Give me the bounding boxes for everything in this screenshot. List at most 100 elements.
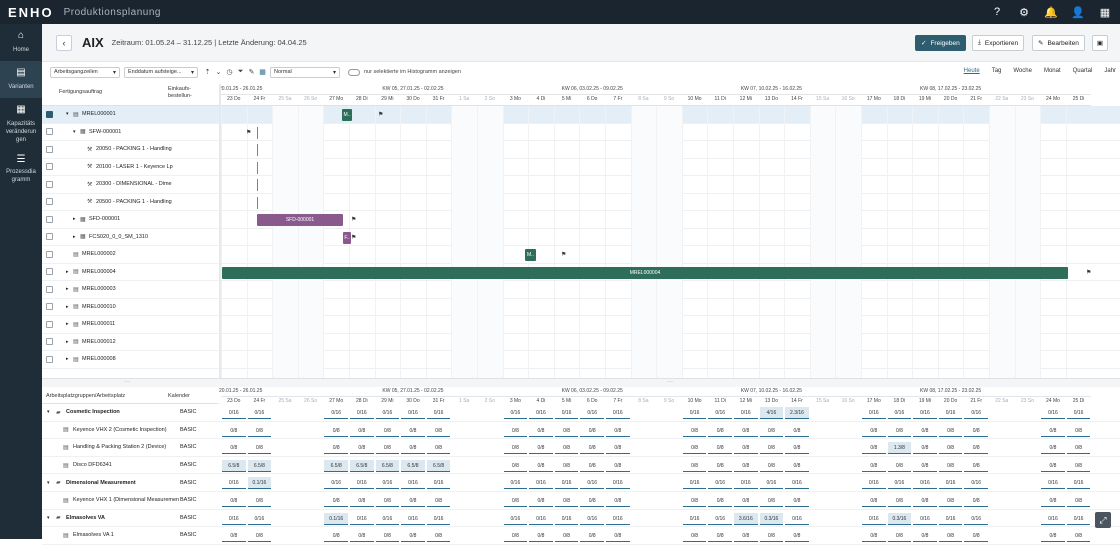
capacity-cell[interactable]: 0/8 [682,495,707,507]
capacity-cell[interactable]: 0/8 [938,442,963,455]
capacity-cell[interactable]: 0/8 [759,460,784,472]
row-checkbox[interactable] [46,110,53,118]
capacity-cell[interactable]: 0/8 [682,460,707,472]
capacity-cell[interactable]: 0/8 [247,425,272,437]
row-checkbox[interactable] [46,285,53,293]
capacity-cell[interactable]: 0/16 [938,477,963,490]
capacity-cell[interactable]: 0/8 [554,442,579,455]
capacity-cell[interactable]: 0/8 [375,495,400,507]
capacity-cell[interactable]: 0/8 [708,495,732,507]
capacity-cell[interactable]: 0/16 [247,407,272,419]
capacity-cell[interactable]: 0/8 [247,442,272,455]
capacity-cell[interactable]: 0/8 [529,442,553,455]
capacity-cell[interactable]: 0/16 [580,513,604,525]
nav-process[interactable]: ☰ Prozessdia gramm [0,150,42,190]
capacity-cell[interactable]: 0/8 [401,425,425,437]
capacity-cell[interactable]: 0/8 [606,530,630,543]
capacity-cell[interactable]: 0/16 [682,407,707,419]
capacity-cell[interactable]: 0/16 [1066,407,1091,419]
capacity-cell[interactable]: 0/8 [734,425,758,437]
capacity-cell[interactable]: 0/8 [426,530,451,543]
capacity-cell[interactable]: 0/16 [401,407,425,419]
capacity-cell[interactable]: 0.3/16 [759,512,784,525]
capacity-cell[interactable]: 0/8 [554,425,579,437]
capacity-cell[interactable]: 0/8 [682,442,707,455]
capacity-cell[interactable]: 0.1/16 [324,512,348,525]
capacity-cell[interactable]: 0/16 [606,513,630,525]
capacity-cell[interactable]: 0/16 [324,477,348,490]
capacity-cell[interactable]: 0/16 [580,407,604,419]
nav-variants[interactable]: ▤ Varianten [0,61,42,98]
chevron-down-icon[interactable]: ▾ [73,129,76,135]
capacity-cell[interactable]: 0/8 [350,425,374,437]
capacity-cell[interactable]: 0/8 [964,425,988,437]
clock-icon[interactable]: ◷ [224,67,235,78]
capacity-cell[interactable]: 0/16 [734,407,758,419]
capacity-cell[interactable]: 0/8 [734,530,758,543]
capacity-cell[interactable]: 0/8 [324,530,348,543]
capacity-cell[interactable]: 6.5/8 [401,459,425,472]
capacity-cell[interactable]: 0/8 [913,460,937,472]
capacity-cell[interactable]: 0/8 [938,425,963,437]
capacity-cell[interactable]: 0/16 [938,407,963,419]
capacity-cell[interactable]: 0/8 [682,425,707,437]
capacity-cell[interactable]: 0/16 [862,477,886,490]
capacity-cell[interactable]: 0/8 [785,495,809,507]
capacity-cell[interactable]: 0/8 [222,495,246,507]
capacity-cell[interactable]: 0/16 [964,513,988,525]
row-checkbox[interactable] [46,215,53,223]
capacity-cell[interactable]: 0/16 [682,477,707,490]
capacity-cell[interactable]: 0/16 [554,477,579,490]
capacity-cell[interactable]: 0/8 [938,530,963,543]
capacity-cell[interactable]: 0/8 [350,530,374,543]
capacity-cell[interactable]: 0/16 [426,407,451,419]
capacity-cell[interactable]: 0/8 [401,495,425,507]
capacity-cell[interactable]: 0/8 [708,460,732,472]
chevron-right-icon[interactable]: ▸ [66,269,69,275]
edit-button[interactable]: ✎ Bearbeiten [1032,35,1085,51]
capacity-cell[interactable]: 0/8 [708,530,732,543]
capacity-cell[interactable]: 0/8 [580,495,604,507]
capacity-cell[interactable]: 0/8 [503,460,528,472]
capacity-cell[interactable]: 6.5/8 [350,459,374,472]
capacity-cell[interactable]: 0/8 [529,530,553,543]
capacity-cell[interactable]: 0/8 [759,442,784,455]
capacity-cell[interactable]: 0/8 [1066,442,1091,455]
capacity-cell[interactable]: 0/16 [606,477,630,490]
row-checkbox[interactable] [46,180,53,188]
capacity-cell[interactable]: 0/16 [375,513,400,525]
view-quarter[interactable]: Quartal [1073,68,1093,74]
capacity-cell[interactable]: 1.3/8 [887,442,912,455]
capacity-cell[interactable]: 0/16 [503,477,528,490]
capacity-cell[interactable]: 0/8 [759,425,784,437]
capacity-cell[interactable]: 0/8 [913,530,937,543]
row-checkbox[interactable] [46,145,53,153]
capacity-cell[interactable]: 0/8 [401,442,425,455]
capacity-cell[interactable]: 0/8 [887,425,912,437]
view-year[interactable]: Jahr [1104,68,1116,74]
capacity-cell[interactable]: 0/16 [426,513,451,525]
calendar-icon[interactable]: ▦ [257,67,268,78]
gantt-bar-mrel000004[interactable]: MREL000004 [222,266,1068,279]
filter-icon[interactable]: ⏷ [235,67,246,78]
capacity-cell[interactable]: 0/16 [606,407,630,419]
capacity-cell[interactable]: 0/16 [222,407,246,419]
capacity-cell[interactable]: 0/16 [964,477,988,490]
capacity-cell[interactable]: 0/8 [785,460,809,472]
capacity-cell[interactable]: 0/16 [222,513,246,525]
capacity-cell[interactable]: 0/8 [580,460,604,472]
capacity-cell[interactable]: 0/16 [529,407,553,419]
view-week[interactable]: Woche [1013,68,1032,74]
capacity-cell[interactable]: 0/8 [862,460,886,472]
chevron-down-icon[interactable]: ⌄ [213,67,224,78]
capacity-cell[interactable]: 0/16 [350,513,374,525]
edit-icon[interactable]: ✎ [246,67,257,78]
row-checkbox[interactable] [46,198,53,206]
capacity-cell[interactable]: 0/8 [580,530,604,543]
help-icon[interactable]: ? [990,5,1004,19]
capacity-cell[interactable]: 0/16 [1041,477,1065,490]
capacity-cell[interactable]: 0/8 [734,495,758,507]
capacity-cell[interactable]: 0/8 [682,530,707,543]
capacity-cell[interactable]: 0/8 [938,460,963,472]
capacity-cell[interactable]: 0/16 [529,513,553,525]
